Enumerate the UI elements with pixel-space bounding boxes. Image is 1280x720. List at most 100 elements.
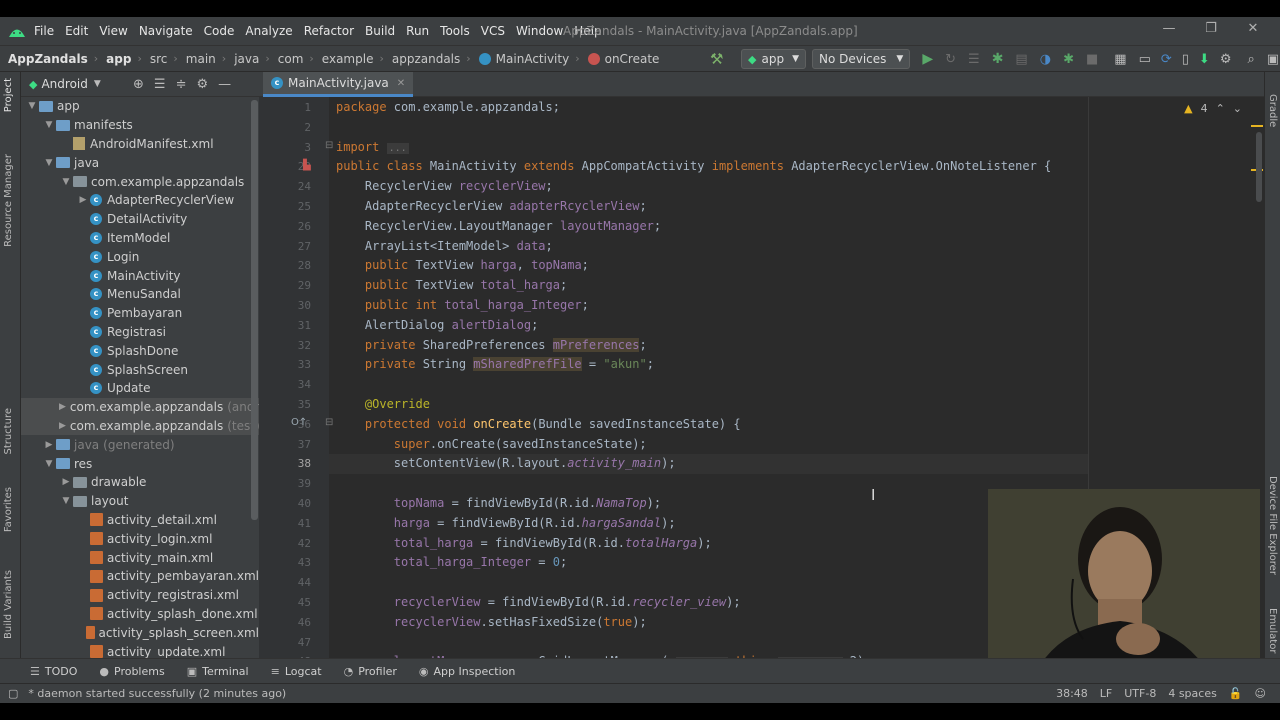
tool-window-profiler[interactable]: ◔ Profiler bbox=[344, 665, 397, 678]
override-gutter-icon[interactable]: O↑ bbox=[291, 417, 307, 428]
device-manager-icon[interactable]: ▭ bbox=[1139, 52, 1151, 67]
gradle-tool-tab[interactable]: Gradle bbox=[1267, 94, 1278, 127]
emulator-tool-tab[interactable]: Emulator bbox=[1267, 608, 1278, 653]
code-line[interactable]: total_harga_Integer = 0; bbox=[336, 555, 567, 569]
tool-window-app-inspection[interactable]: ◉ App Inspection bbox=[419, 665, 515, 678]
close-tab-icon[interactable]: ✕ bbox=[397, 78, 405, 89]
breadcrumb-item[interactable]: onCreate bbox=[587, 52, 659, 66]
search-icon[interactable]: ⌕ bbox=[1247, 52, 1254, 67]
code-line[interactable]: recyclerView = findViewById(R.id.recycle… bbox=[336, 595, 741, 609]
tree-item[interactable]: activity_pembayaran.xml bbox=[21, 567, 259, 586]
tree-item[interactable]: activity_detail.xml bbox=[21, 511, 259, 530]
breadcrumb-item[interactable]: appzandals › bbox=[392, 52, 471, 66]
expand-arrow-icon[interactable]: ▼ bbox=[42, 120, 56, 130]
inspector-icon[interactable]: ☺ bbox=[1255, 687, 1266, 700]
gear-icon[interactable]: ⚙ bbox=[196, 77, 208, 92]
stop-icon[interactable]: ■ bbox=[1086, 52, 1098, 67]
code-line[interactable]: AdapterRecyclerView adapterRcyclerView; bbox=[336, 199, 647, 213]
code-line[interactable]: public TextView total_harga; bbox=[336, 278, 567, 292]
tree-item[interactable]: c Update bbox=[21, 379, 259, 398]
hammer-build-icon[interactable]: ⚒ bbox=[710, 51, 726, 67]
error-stripe-mark[interactable] bbox=[1251, 125, 1263, 127]
breadcrumb-item[interactable]: com › bbox=[278, 52, 314, 66]
breadcrumb-item[interactable]: main › bbox=[186, 52, 226, 66]
fold-icon[interactable]: ⊟ bbox=[325, 140, 333, 151]
project-tool-tab[interactable]: Project bbox=[3, 78, 14, 112]
tree-item[interactable]: ▼ com.example.appzandals bbox=[21, 172, 259, 191]
view-mode-selector[interactable]: Android bbox=[41, 77, 87, 91]
expand-arrow-icon[interactable]: ▼ bbox=[59, 177, 73, 187]
menu-view[interactable]: View bbox=[99, 24, 127, 38]
expand-arrow-icon[interactable]: ▶ bbox=[59, 402, 66, 412]
code-line[interactable]: protected void onCreate(Bundle savedInst… bbox=[336, 417, 741, 431]
coverage-icon[interactable]: ▤ bbox=[1015, 52, 1027, 67]
tree-item[interactable]: activity_main.xml bbox=[21, 548, 259, 567]
attach-debugger-icon[interactable]: ✱ bbox=[1063, 52, 1074, 67]
menu-refactor[interactable]: Refactor bbox=[304, 24, 354, 38]
tree-item[interactable]: activity_splash_done.xml bbox=[21, 605, 259, 624]
apply-code-changes-icon[interactable]: ☰ bbox=[968, 52, 980, 67]
tool-window-terminal[interactable]: ▣ Terminal bbox=[187, 665, 249, 678]
expand-arrow-icon[interactable]: ▼ bbox=[59, 496, 73, 506]
menu-window[interactable]: Window bbox=[516, 24, 563, 38]
tree-item[interactable]: ▶ com.example.appzandals (andro bbox=[21, 397, 267, 417]
breadcrumb-item[interactable]: src › bbox=[150, 52, 178, 66]
file-encoding[interactable]: UTF-8 bbox=[1124, 687, 1156, 700]
breadcrumb-item[interactable]: app › bbox=[106, 52, 142, 66]
indent-setting[interactable]: 4 spaces bbox=[1168, 687, 1217, 700]
chevron-up-icon[interactable]: ⌃ bbox=[1216, 102, 1225, 115]
menu-build[interactable]: Build bbox=[365, 24, 395, 38]
code-line[interactable]: topNama = findViewById(R.id.NamaTop); bbox=[336, 496, 661, 510]
tree-item[interactable]: ▼ layout bbox=[21, 492, 259, 511]
resource-manager-tool-tab[interactable]: Resource Manager bbox=[3, 154, 14, 247]
tree-item[interactable]: ▼ res bbox=[21, 454, 259, 473]
run-icon[interactable]: ▶ bbox=[922, 51, 933, 67]
project-structure-icon[interactable]: ▦ bbox=[1114, 52, 1126, 67]
editor-scrollbar[interactable] bbox=[1256, 132, 1262, 202]
collapse-all-icon[interactable]: ≑ bbox=[176, 77, 187, 92]
expand-arrow-icon[interactable]: ▶ bbox=[59, 477, 73, 487]
caret-position[interactable]: 38:48 bbox=[1056, 687, 1088, 700]
menu-edit[interactable]: Edit bbox=[65, 24, 88, 38]
breadcrumb-item[interactable]: example › bbox=[322, 52, 384, 66]
structure-tool-tab[interactable]: Structure bbox=[3, 408, 14, 455]
avd-manager-icon[interactable]: ▯ bbox=[1182, 52, 1189, 67]
tool-window-todo[interactable]: ☰ TODO bbox=[30, 665, 77, 678]
extra-icon[interactable]: ▣ bbox=[1267, 52, 1279, 67]
menu-code[interactable]: Code bbox=[204, 24, 235, 38]
code-line[interactable]: package com.example.appzandals; bbox=[336, 100, 560, 114]
tree-item[interactable]: ▼ manifests bbox=[21, 116, 259, 135]
editor-tab-mainactivity[interactable]: c MainActivity.java ✕ bbox=[263, 72, 414, 97]
expand-all-icon[interactable]: ☰ bbox=[154, 77, 166, 92]
breadcrumb-item[interactable]: MainActivity › bbox=[478, 52, 580, 66]
menu-vcs[interactable]: VCS bbox=[481, 24, 505, 38]
tree-item[interactable]: activity_registrasi.xml bbox=[21, 586, 259, 605]
expand-arrow-icon[interactable]: ▼ bbox=[25, 101, 39, 111]
status-message[interactable]: * daemon started successfully (2 minutes… bbox=[28, 687, 286, 700]
restore-icon[interactable]: ❐ bbox=[1190, 21, 1232, 36]
project-scrollbar[interactable] bbox=[251, 100, 258, 520]
settings-icon[interactable]: ⚙ bbox=[1220, 52, 1232, 67]
code-line[interactable]: super.onCreate(savedInstanceState); bbox=[336, 437, 647, 451]
code-line[interactable]: private String mSharedPrefFile = "akun"; bbox=[336, 357, 654, 372]
tree-item[interactable]: ▶ c AdapterRecyclerView bbox=[21, 191, 259, 210]
code-line[interactable]: setContentView(R.layout.activity_main); bbox=[336, 456, 676, 470]
tree-item[interactable]: activity_splash_screen.xml bbox=[21, 623, 259, 642]
expand-arrow-icon[interactable]: ▶ bbox=[42, 440, 56, 450]
tree-item[interactable]: ▶ java (generated) bbox=[21, 435, 259, 454]
code-line[interactable]: total_harga = findViewById(R.id.totalHar… bbox=[336, 536, 712, 550]
minimize-icon[interactable]: — bbox=[1148, 21, 1190, 36]
locate-icon[interactable]: ⊕ bbox=[133, 77, 144, 92]
menu-navigate[interactable]: Navigate bbox=[139, 24, 193, 38]
expand-arrow-icon[interactable]: ▶ bbox=[76, 195, 90, 205]
tree-item[interactable]: c Pembayaran bbox=[21, 304, 259, 323]
expand-arrow-icon[interactable]: ▼ bbox=[42, 459, 56, 469]
menu-run[interactable]: Run bbox=[406, 24, 429, 38]
menu-tools[interactable]: Tools bbox=[440, 24, 470, 38]
implementation-gutter-icon[interactable]: ▙ bbox=[303, 160, 311, 171]
tree-item[interactable]: c ItemModel bbox=[21, 229, 259, 248]
profile-icon[interactable]: ◑ bbox=[1040, 52, 1051, 67]
code-line[interactable]: private SharedPreferences mPreferences; bbox=[336, 337, 647, 352]
code-line[interactable]: recyclerView.setHasFixedSize(true); bbox=[336, 615, 647, 629]
code-line[interactable]: public class MainActivity extends AppCom… bbox=[336, 159, 1051, 173]
